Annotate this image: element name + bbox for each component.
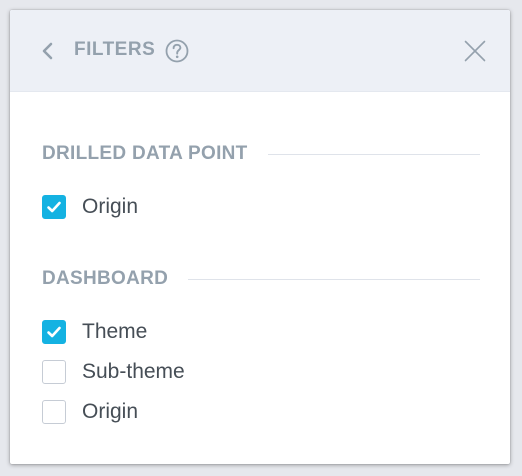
checkbox-unchecked[interactable]: [42, 400, 66, 424]
section-dashboard: DASHBOARD: [42, 268, 480, 290]
panel-header: FILTERS: [10, 10, 510, 92]
checkmark-icon: [47, 201, 61, 213]
filter-item-theme[interactable]: Theme: [42, 320, 147, 344]
checkbox-label: Sub-theme: [82, 360, 185, 383]
close-button[interactable]: [464, 40, 486, 62]
chevron-left-icon: [42, 42, 53, 60]
help-button[interactable]: [165, 39, 189, 63]
back-button[interactable]: [38, 38, 60, 64]
filter-item-sub-theme[interactable]: Sub-theme: [42, 360, 185, 384]
filter-item-dashboard-origin[interactable]: Origin: [42, 400, 138, 424]
section-label: DASHBOARD: [42, 268, 169, 289]
section-divider: [267, 153, 480, 155]
checkbox-label: Origin: [82, 400, 139, 423]
checkbox-label: Origin: [82, 195, 139, 218]
checkbox-unchecked[interactable]: [42, 360, 66, 384]
filters-panel: FILTERS DRILLED DATA POINT Origin DASHBO…: [10, 10, 510, 464]
filter-item-drilled-origin[interactable]: Origin: [42, 195, 138, 219]
section-label: DRILLED DATA POINT: [42, 143, 248, 164]
section-drilled-data-point: DRILLED DATA POINT: [42, 143, 480, 165]
section-divider: [188, 278, 480, 280]
checkmark-icon: [47, 326, 61, 338]
checkbox-label: Theme: [82, 320, 148, 343]
question-circle-icon: [165, 39, 189, 63]
close-icon: [464, 40, 486, 62]
panel-title: FILTERS: [74, 39, 156, 60]
checkbox-checked[interactable]: [42, 320, 66, 344]
checkbox-checked[interactable]: [42, 195, 66, 219]
